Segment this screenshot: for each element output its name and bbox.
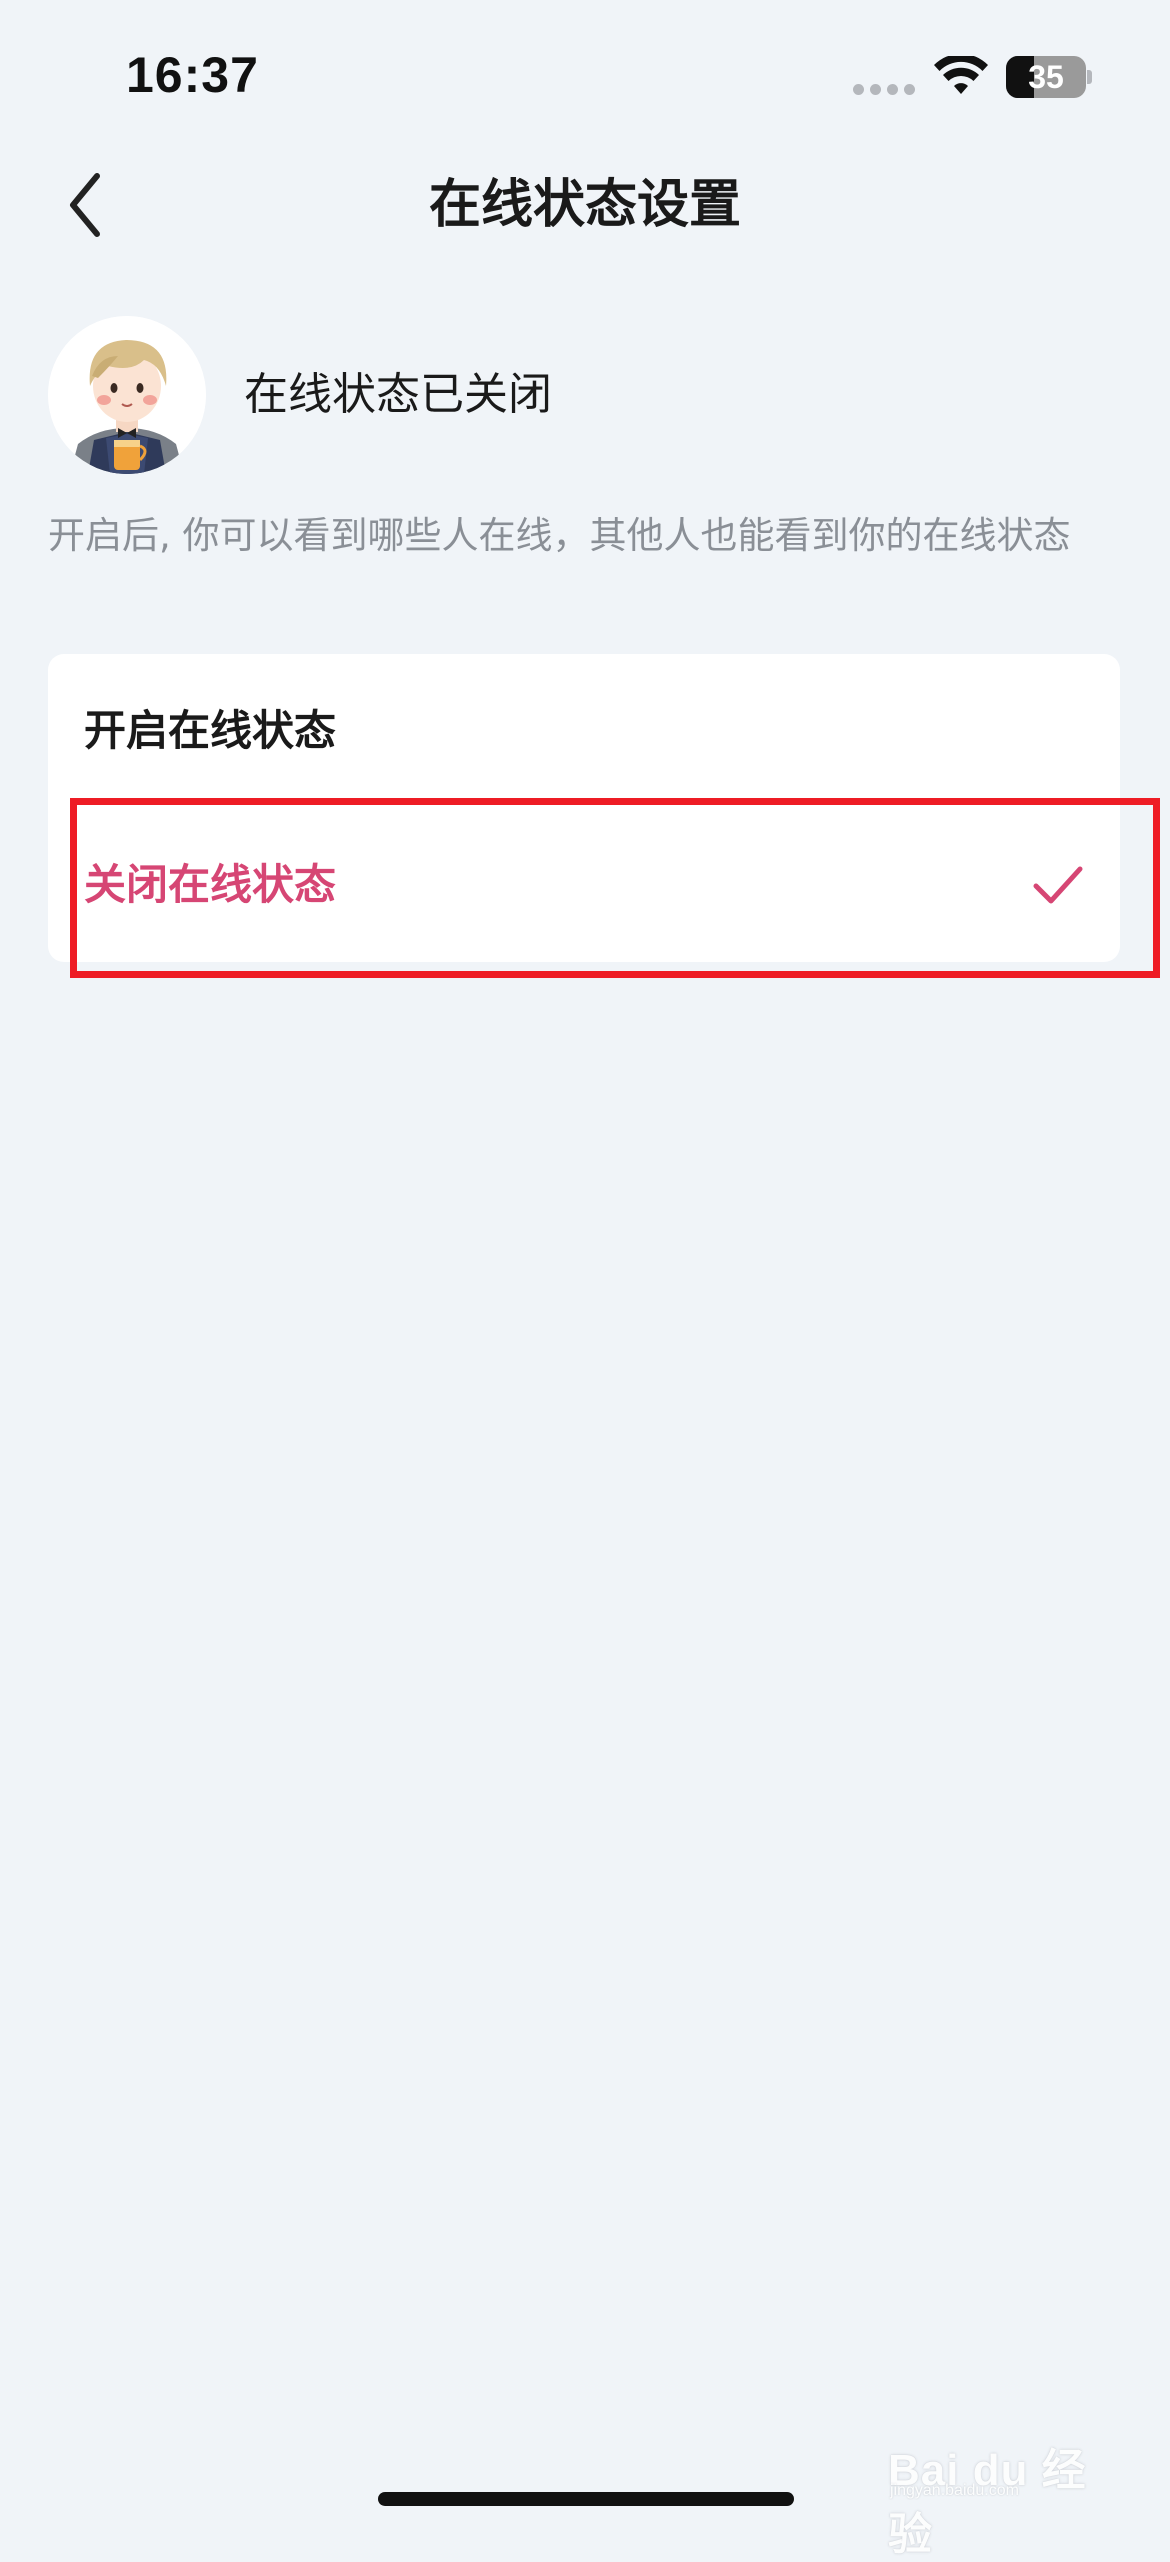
description-text: 开启后, 你可以看到哪些人在线，其他人也能看到你的在线状态 bbox=[48, 514, 1071, 557]
status-time: 16:37 bbox=[126, 47, 259, 103]
option-label: 关闭在线状态 bbox=[84, 860, 337, 909]
watermark-logo: Bai du 经验 jingyan.baidu.com bbox=[888, 2420, 1128, 2559]
online-status-text: 在线状态已关闭 bbox=[244, 369, 552, 420]
chevron-left-icon bbox=[70, 173, 100, 237]
option-disable-online-status[interactable]: 关闭在线状态 bbox=[48, 808, 1120, 962]
option-label: 开启在线状态 bbox=[84, 706, 337, 755]
profile-header: 在线状态已关闭 bbox=[48, 316, 1128, 476]
option-enable-online-status[interactable]: 开启在线状态 bbox=[48, 654, 1120, 808]
signal-dots-icon bbox=[853, 84, 915, 95]
battery-icon: 35 bbox=[1006, 56, 1092, 98]
wifi-icon bbox=[934, 56, 988, 94]
status-bar: 16:37 35 bbox=[0, 0, 1170, 150]
home-indicator[interactable] bbox=[378, 2492, 794, 2506]
nav-bar: 在线状态设置 bbox=[0, 150, 1170, 260]
back-button[interactable] bbox=[50, 170, 120, 240]
options-card: 开启在线状态 关闭在线状态 bbox=[48, 654, 1120, 962]
avatar-illustration bbox=[48, 316, 206, 474]
avatar[interactable] bbox=[48, 316, 206, 474]
battery-level: 35 bbox=[1028, 59, 1064, 95]
watermark-sub: jingyan.baidu.com bbox=[890, 2482, 1019, 2499]
checkmark-icon bbox=[1033, 866, 1083, 904]
page-title: 在线状态设置 bbox=[428, 175, 741, 235]
